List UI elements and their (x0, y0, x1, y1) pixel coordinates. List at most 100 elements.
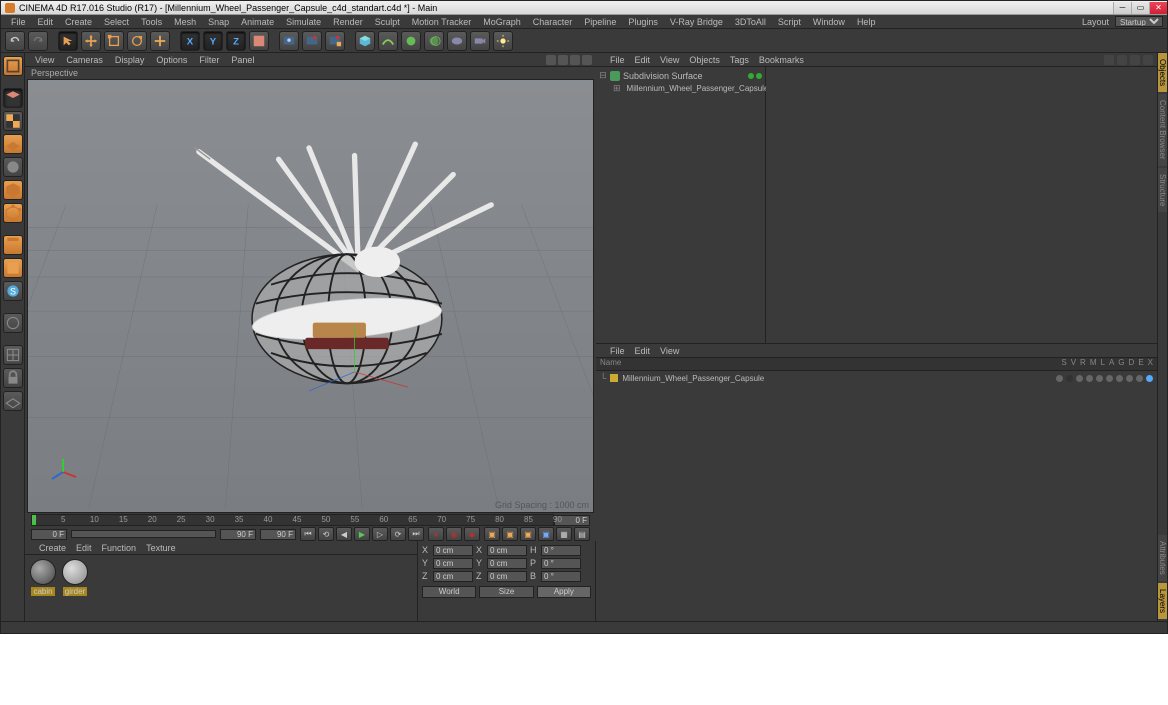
snap-button[interactable] (3, 345, 23, 365)
vp-menu-options[interactable]: Options (150, 55, 193, 65)
spline-button[interactable] (378, 31, 398, 51)
layer-r-icon[interactable] (1076, 375, 1083, 382)
vp-nav-zoom-icon[interactable] (558, 55, 568, 65)
z-axis-button[interactable]: Z (226, 31, 246, 51)
generator-button[interactable] (401, 31, 421, 51)
object-mode-button[interactable] (3, 157, 23, 177)
planar-workplane-button[interactable] (3, 391, 23, 411)
primitive-button[interactable] (355, 31, 375, 51)
object-tree-row[interactable]: ⊞ Millennium_Wheel_Passenger_Capsule (599, 82, 762, 95)
om-menu-edit[interactable]: Edit (635, 55, 651, 65)
vp-nav-rotate-icon[interactable] (570, 55, 580, 65)
menu-sculpt[interactable]: Sculpt (369, 17, 406, 27)
om-menu-view[interactable]: View (660, 55, 679, 65)
tab-attributes[interactable]: Attributes (1158, 535, 1167, 581)
menu-create[interactable]: Create (59, 17, 98, 27)
autokey-button[interactable]: ◉ (446, 527, 462, 541)
rot-key-button[interactable]: ▣ (520, 527, 536, 541)
menu-help[interactable]: Help (851, 17, 882, 27)
menu-render[interactable]: Render (327, 17, 369, 27)
om-home-icon[interactable] (1117, 55, 1127, 65)
tab-content-browser[interactable]: Content Browser (1158, 94, 1167, 166)
om-search-icon[interactable] (1104, 55, 1114, 65)
render-region-button[interactable] (302, 31, 322, 51)
make-editable-button[interactable] (3, 56, 23, 76)
rot-b-field[interactable]: 0 ° (541, 571, 581, 582)
undo-button[interactable] (5, 31, 25, 51)
locked-workplane-button[interactable] (3, 368, 23, 388)
material-item[interactable]: cabin (29, 559, 57, 596)
om-menu-file[interactable]: File (610, 55, 625, 65)
take-row[interactable]: └ Millennium_Wheel_Passenger_Capsule (596, 371, 1157, 385)
menu-plugins[interactable]: Plugins (622, 17, 664, 27)
redo-button[interactable] (28, 31, 48, 51)
vp-menu-filter[interactable]: Filter (193, 55, 225, 65)
vp-menu-panel[interactable]: Panel (225, 55, 260, 65)
lastused-tool-button[interactable] (150, 31, 170, 51)
polygon-mode-button[interactable] (3, 258, 23, 278)
deformer-button[interactable] (424, 31, 444, 51)
rot-p-field[interactable]: 0 ° (541, 558, 581, 569)
prev-frame-button[interactable]: ◀ (336, 527, 352, 541)
vp-nav-pan-icon[interactable] (546, 55, 556, 65)
menu-3dtoall[interactable]: 3DToAll (729, 17, 772, 27)
coord-apply-button[interactable]: Apply (537, 586, 591, 598)
layer-m-icon[interactable] (1086, 375, 1093, 382)
menu-edit[interactable]: Edit (32, 17, 60, 27)
layer-s-icon[interactable] (1056, 375, 1063, 382)
menu-vray[interactable]: V-Ray Bridge (664, 17, 729, 27)
visibility-dot[interactable] (748, 73, 754, 79)
viewport[interactable]: Grid Spacing : 1000 cm (27, 79, 594, 513)
menu-file[interactable]: File (5, 17, 32, 27)
material-item[interactable]: girder (61, 559, 89, 596)
scale-tool-button[interactable] (104, 31, 124, 51)
layout-select[interactable]: Startup (1115, 16, 1163, 27)
layer-v-icon[interactable] (1066, 375, 1073, 382)
take-name[interactable]: Millennium_Wheel_Passenger_Capsule (622, 374, 764, 383)
keyframe-sel-button[interactable]: ◆ (464, 527, 480, 541)
texture-mode-button[interactable] (3, 111, 23, 131)
menu-snap[interactable]: Snap (202, 17, 235, 27)
prev-key-button[interactable]: ⟲ (318, 527, 334, 541)
rotate-tool-button[interactable] (127, 31, 147, 51)
minimize-button[interactable]: ─ (1113, 2, 1131, 14)
tweak-mode-button[interactable] (3, 313, 23, 333)
size-z-field[interactable]: 0 cm (487, 571, 527, 582)
select-tool-button[interactable] (58, 31, 78, 51)
y-axis-button[interactable]: Y (203, 31, 223, 51)
tk-menu-view[interactable]: View (660, 346, 679, 356)
menu-simulate[interactable]: Simulate (280, 17, 327, 27)
size-y-field[interactable]: 0 cm (487, 558, 527, 569)
coord-system-button[interactable] (249, 31, 269, 51)
end-frame-field-2[interactable]: 90 F (260, 529, 296, 540)
tab-objects[interactable]: Objects (1158, 53, 1167, 92)
pos-x-field[interactable]: 0 cm (433, 545, 473, 556)
om-menu-tags[interactable]: Tags (730, 55, 749, 65)
menu-mesh[interactable]: Mesh (168, 17, 202, 27)
timeline-ruler[interactable]: 051015202530354045505560657075808590 (31, 514, 554, 526)
render-view-button[interactable] (279, 31, 299, 51)
object-name[interactable]: Millennium_Wheel_Passenger_Capsule (627, 84, 769, 93)
record-button[interactable]: ● (428, 527, 444, 541)
next-frame-button[interactable]: ▷ (372, 527, 388, 541)
maximize-button[interactable]: ▭ (1131, 2, 1149, 14)
key-options-button[interactable]: ▤ (574, 527, 590, 541)
next-key-button[interactable]: ⟳ (390, 527, 406, 541)
mat-menu-edit[interactable]: Edit (76, 543, 92, 553)
menu-tools[interactable]: Tools (135, 17, 168, 27)
menu-script[interactable]: Script (772, 17, 807, 27)
layer-g-icon[interactable] (1116, 375, 1123, 382)
layer-l-icon[interactable] (1096, 375, 1103, 382)
menu-select[interactable]: Select (98, 17, 135, 27)
close-button[interactable]: ✕ (1149, 2, 1167, 14)
layer-e-icon[interactable] (1136, 375, 1143, 382)
edge-mode-button[interactable] (3, 235, 23, 255)
uv-poly-mode-button[interactable]: S (3, 281, 23, 301)
menu-pipeline[interactable]: Pipeline (578, 17, 622, 27)
point-mode-button[interactable] (3, 203, 23, 223)
render-settings-button[interactable] (325, 31, 345, 51)
menu-window[interactable]: Window (807, 17, 851, 27)
om-flat-icon[interactable] (1130, 55, 1140, 65)
vp-menu-display[interactable]: Display (109, 55, 151, 65)
coord-world-select[interactable]: World (422, 586, 476, 598)
